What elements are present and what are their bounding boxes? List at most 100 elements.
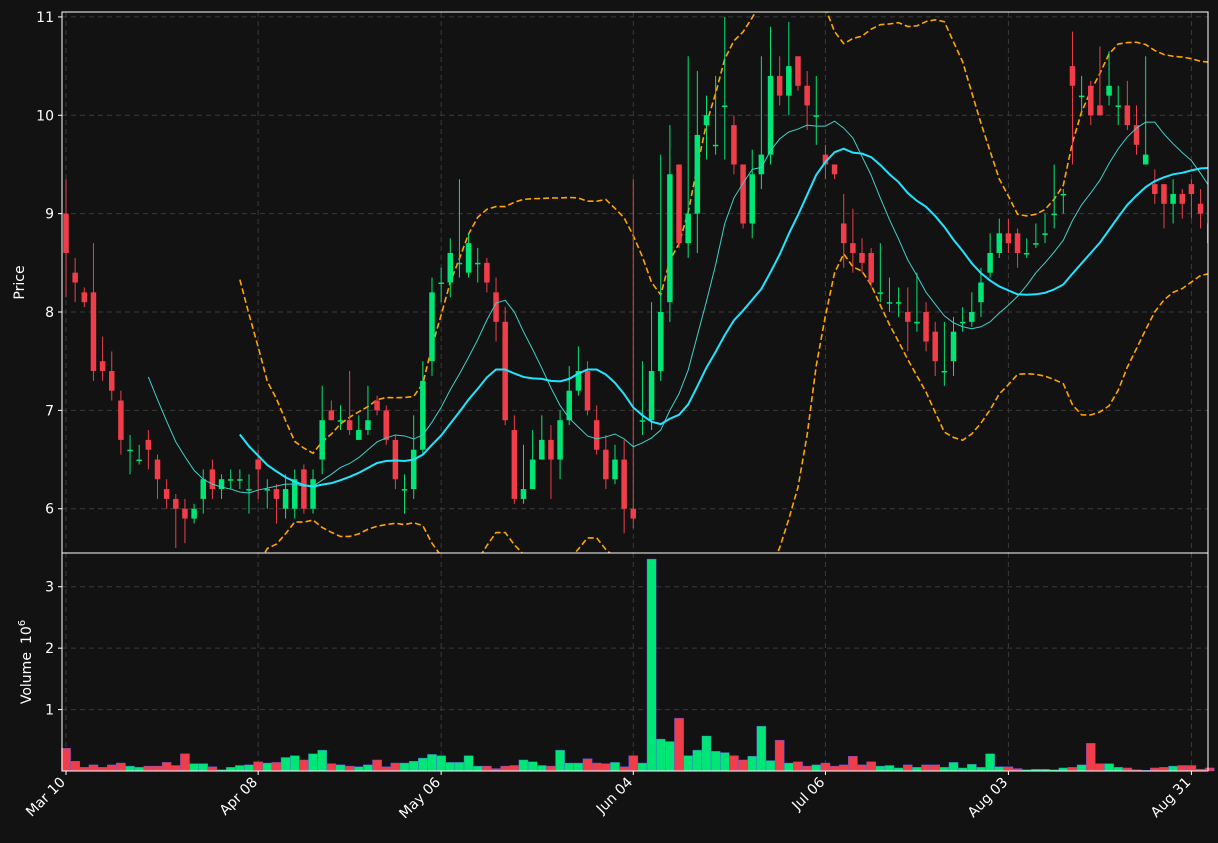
candle-body: [1051, 213, 1057, 216]
price-tick-label: 6: [45, 502, 54, 518]
candle-body: [90, 292, 97, 372]
volume-bar: [262, 762, 273, 772]
candle-body: [539, 439, 545, 460]
volume-bar: [948, 762, 959, 772]
volume-bar: [180, 753, 190, 772]
volume-bar: [902, 764, 913, 772]
volume-bar: [875, 765, 886, 772]
candle-body: [667, 174, 673, 303]
candle-body: [346, 420, 353, 431]
volume-bar: [326, 763, 337, 772]
volume-bar: [143, 765, 154, 772]
volume-bar: [619, 766, 629, 772]
volume-bar: [88, 764, 99, 772]
candle-body: [118, 400, 124, 440]
volume-bar: [225, 767, 236, 772]
candle-body: [850, 243, 856, 253]
candle-body: [612, 459, 618, 480]
volume-bar: [427, 754, 437, 772]
volume-axis-title: Volume: [19, 652, 35, 704]
candle-body: [1023, 252, 1030, 255]
candle-body: [1005, 233, 1012, 244]
volume-bar: [363, 764, 373, 772]
volume-bar: [637, 762, 648, 772]
candle-body: [923, 312, 929, 342]
volume-bar: [838, 764, 849, 772]
candle-body: [99, 361, 106, 372]
volume-bar: [1177, 765, 1188, 772]
candle-body: [410, 449, 417, 490]
volume-bar: [1186, 765, 1197, 772]
candle-body: [310, 479, 316, 509]
volume-bar: [994, 766, 1005, 772]
candle-body: [1088, 85, 1094, 116]
candle-body: [1069, 66, 1076, 86]
volume-bar: [747, 756, 758, 772]
volume-bar: [436, 755, 446, 772]
candle-body: [1179, 193, 1186, 204]
volume-bar: [774, 740, 785, 772]
volume-tick-label: 2: [45, 641, 54, 657]
volume-bar: [857, 764, 867, 772]
volume-bar: [546, 765, 556, 772]
price-tick-label: 10: [36, 108, 54, 124]
volume-tick-label: 1: [45, 703, 54, 719]
volume-bar: [848, 756, 858, 772]
price-tick-label: 8: [45, 305, 54, 321]
volume-bar: [628, 755, 639, 772]
volume-axis-label: Volume 106: [17, 620, 35, 704]
volume-bar: [1067, 767, 1078, 772]
volume-bar: [97, 767, 108, 772]
candle-body: [447, 252, 454, 283]
candle-body: [328, 410, 335, 421]
candle-body: [868, 252, 874, 283]
candle-body: [301, 469, 307, 509]
candle-body: [520, 489, 527, 499]
candle-body: [969, 312, 975, 322]
candle-body: [932, 331, 938, 362]
volume-bar: [564, 762, 575, 772]
volume-bar: [482, 765, 492, 772]
volume-bar: [152, 765, 163, 772]
candle-body: [959, 321, 966, 324]
volume-bar: [207, 766, 218, 772]
volume-bar: [866, 761, 876, 772]
candle-body: [1115, 105, 1121, 107]
candle-body: [191, 508, 197, 519]
candle-body: [264, 489, 271, 491]
candle-body: [639, 420, 646, 422]
volume-axis-exponent-base: 10: [19, 626, 35, 644]
candle-body: [676, 164, 682, 244]
volume-bar: [665, 741, 675, 772]
volume-bar: [976, 767, 986, 772]
volume-bar: [399, 762, 410, 772]
candle-body: [109, 371, 115, 391]
candle-body: [786, 66, 792, 96]
candle-body: [840, 223, 847, 244]
volume-bar: [445, 762, 456, 772]
volume-bar: [820, 762, 831, 772]
candle-body: [529, 459, 536, 490]
candle-body: [1033, 243, 1039, 245]
candle-body: [438, 282, 444, 284]
volume-bar: [299, 759, 309, 772]
volume-bar: [244, 764, 254, 772]
volume-bar: [70, 760, 80, 772]
volume-bar: [171, 765, 181, 772]
volume-bar: [811, 764, 822, 772]
volume-bar: [527, 761, 538, 772]
volume-bar: [372, 759, 382, 772]
volume-bar: [729, 755, 739, 772]
volume-bar: [463, 755, 474, 772]
candle-body: [255, 459, 261, 470]
candle-body: [182, 508, 188, 519]
candle-body: [1170, 193, 1176, 204]
candle-body: [905, 312, 911, 322]
candle-body: [1106, 85, 1112, 96]
candle-body: [484, 262, 490, 283]
volume-bar: [408, 760, 419, 772]
candle-body: [81, 292, 88, 303]
candle-body: [731, 125, 737, 165]
candle-body: [429, 292, 435, 362]
volume-bar: [573, 762, 584, 772]
